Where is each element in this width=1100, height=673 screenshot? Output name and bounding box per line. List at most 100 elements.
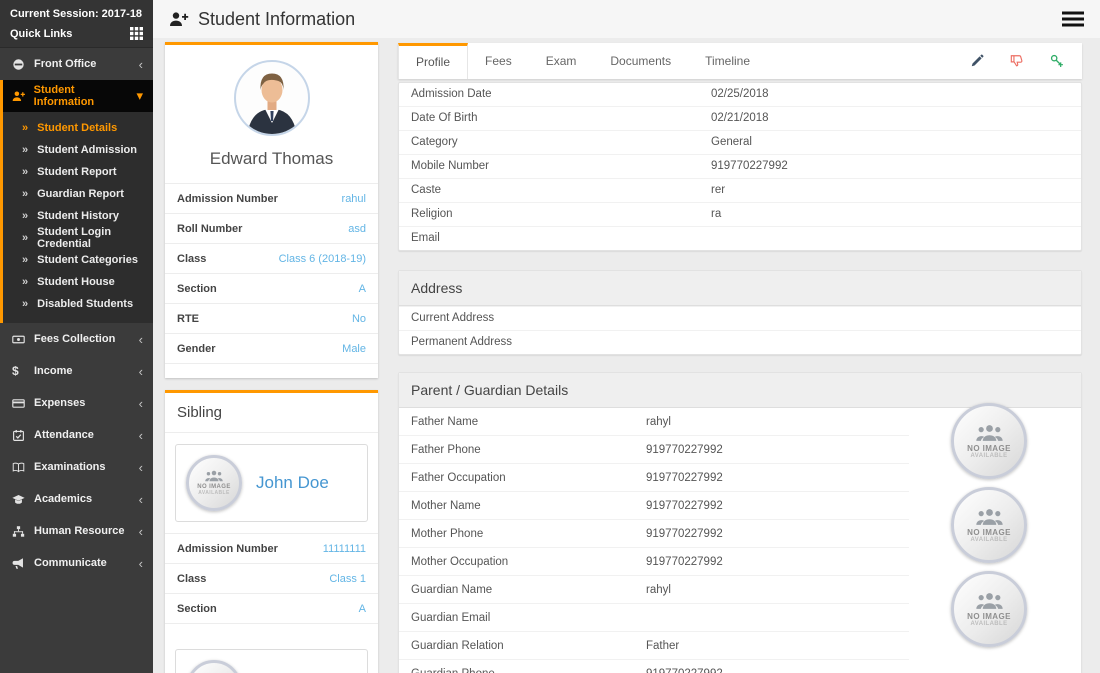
row-value: 919770227992	[646, 472, 897, 484]
sibling-card-title: Sibling	[165, 393, 378, 433]
row-label: Father Occupation	[411, 472, 646, 484]
sidebar-subitem-student-report[interactable]: »Student Report	[3, 161, 153, 183]
tab-documents[interactable]: Documents	[593, 43, 688, 79]
subitem-label: Student House	[37, 276, 115, 288]
banknote-icon	[12, 333, 34, 346]
tab-profile[interactable]: Profile	[398, 43, 468, 79]
address-section-title: Address	[399, 271, 1081, 306]
subitem-label: Student History	[37, 210, 119, 222]
sidebar-subitem-guardian-report[interactable]: »Guardian Report	[3, 183, 153, 205]
row-label: Current Address	[411, 312, 711, 324]
chevron-left-icon: ‹	[139, 524, 143, 539]
sidebar-item-front-office[interactable]: Front Office ‹	[0, 48, 153, 80]
no-image-text: NO IMAGE	[967, 528, 1011, 537]
row-label: Guardian Name	[411, 584, 646, 596]
student-photo	[233, 59, 311, 137]
disable-student-thumbs-down-icon[interactable]	[1010, 54, 1024, 68]
page-header: Student Information	[153, 0, 1100, 38]
no-image-text: NO IMAGE	[967, 612, 1011, 621]
field-value: asd	[348, 223, 366, 235]
sibling-field-section: SectionA	[165, 593, 378, 624]
row-label: Religion	[411, 208, 711, 220]
sidebar-item-label: Human Resource	[34, 525, 124, 537]
profile-row-email: Email	[399, 226, 1081, 250]
row-value: 919770227992	[646, 556, 897, 568]
chevron-left-icon: ‹	[139, 428, 143, 443]
row-value: 919770227992	[646, 668, 897, 673]
subitem-label: Student Admission	[37, 144, 137, 156]
profile-row-admission-date: Admission Date02/25/2018	[399, 83, 1081, 106]
edit-pencil-icon[interactable]	[970, 54, 984, 68]
subitem-label: Student Details	[37, 122, 117, 134]
row-value: 919770227992	[711, 160, 1069, 172]
session-block: Current Session: 2017-18 Quick Links	[0, 0, 153, 48]
sidebar-item-communicate[interactable]: Communicate ‹	[0, 547, 153, 579]
sidebar-item-academics[interactable]: Academics ‹	[0, 483, 153, 515]
double-arrow-icon: »	[22, 276, 28, 288]
sidebar-item-fees-collection[interactable]: Fees Collection ‹	[0, 323, 153, 355]
field-admission-number: Admission Numberrahul	[165, 183, 378, 213]
tab-timeline[interactable]: Timeline	[688, 43, 767, 79]
sidebar-item-attendance[interactable]: Attendance ‹	[0, 419, 153, 451]
megaphone-icon	[12, 557, 34, 570]
sidebar-subitem-student-house[interactable]: » Student House	[3, 271, 153, 293]
field-value: 11111111	[323, 543, 366, 555]
chevron-left-icon: ‹	[139, 364, 143, 379]
page-title: Student Information	[169, 9, 355, 30]
row-value: rahyl	[646, 416, 897, 428]
sibling-item[interactable]: NO IMAGE AVAILABLE John Doe	[175, 444, 368, 522]
guardian-row-father-name: Father Namerahyl	[399, 408, 909, 435]
sidebar-item-human-resource[interactable]: Human Resource ‹	[0, 515, 153, 547]
grid-icon[interactable]	[130, 27, 143, 40]
row-value: ra	[711, 208, 1069, 220]
sidebar-subitem-student-history[interactable]: »Student History	[3, 205, 153, 227]
app-window: Current Session: 2017-18 Quick Links Fro…	[0, 0, 1100, 673]
row-label: Mother Occupation	[411, 556, 646, 568]
tab-fees[interactable]: Fees	[468, 43, 529, 79]
sibling-item[interactable]: NO IMAGE AVAILABLE 11 11	[175, 649, 368, 673]
row-value: Father	[646, 640, 897, 652]
guardian-row-mother-name: Mother Name919770227992	[399, 491, 909, 519]
chevron-left-icon: ‹	[139, 57, 143, 72]
chevron-left-icon: ‹	[139, 492, 143, 507]
sidebar-item-label: Communicate	[34, 557, 107, 569]
sidebar-item-examinations[interactable]: Examinations ‹	[0, 451, 153, 483]
guardian-row-guardian-relation: Guardian RelationFather	[399, 631, 909, 659]
double-arrow-icon: »	[22, 188, 28, 200]
sidebar-item-label: Income	[34, 365, 73, 377]
sidebar-subitem-student-login-credential[interactable]: »Student Login Credential	[3, 227, 153, 249]
sibling-field-admission-number: Admission Number11111111	[165, 533, 378, 563]
field-section: SectionA	[165, 273, 378, 303]
add-login-key-icon[interactable]	[1050, 54, 1064, 68]
tab-exam[interactable]: Exam	[529, 43, 594, 79]
row-value: 919770227992	[646, 444, 897, 456]
field-value: Class 1	[329, 573, 366, 585]
row-value: 02/25/2018	[711, 88, 1069, 100]
address-panel: Address Current Address Permanent Addres…	[398, 270, 1082, 355]
hamburger-menu-icon[interactable]	[1062, 11, 1084, 27]
row-label: Email	[411, 232, 711, 244]
sidebar-subitem-student-categories[interactable]: »Student Categories	[3, 249, 153, 271]
sidebar-item-expenses[interactable]: Expenses ‹	[0, 387, 153, 419]
page-title-text: Student Information	[198, 9, 355, 30]
sidebar-subitem-student-details[interactable]: »Student Details	[3, 117, 153, 139]
no-image-subtext: AVAILABLE	[970, 537, 1007, 543]
row-label: Caste	[411, 184, 711, 196]
profile-details-panel: Admission Date02/25/2018 Date Of Birth02…	[398, 82, 1082, 251]
student-name: Edward Thomas	[165, 137, 378, 183]
sibling-name-link[interactable]: John Doe	[256, 473, 329, 493]
field-value: Class 6 (2018-19)	[279, 253, 366, 265]
sidebar-item-label: Academics	[34, 493, 92, 505]
dollar-icon: $	[12, 364, 34, 378]
sidebar-item-label: Expenses	[34, 397, 85, 409]
sidebar-item-student-information[interactable]: Student Information ▾	[3, 80, 153, 112]
sidebar-subitem-student-admission[interactable]: »Student Admission	[3, 139, 153, 161]
profile-row-category: CategoryGeneral	[399, 130, 1081, 154]
sidebar-subitem-disabled-students[interactable]: »Disabled Students	[3, 293, 153, 315]
guardian-section-title: Parent / Guardian Details	[399, 373, 1081, 408]
subitem-label: Student Categories	[37, 254, 138, 266]
address-row-permanent: Permanent Address	[399, 330, 1081, 354]
profile-row-mobile-number: Mobile Number919770227992	[399, 154, 1081, 178]
sidebar-item-income[interactable]: $ Income ‹	[0, 355, 153, 387]
guardian-no-image-placeholder: NO IMAGE AVAILABLE	[951, 571, 1027, 647]
